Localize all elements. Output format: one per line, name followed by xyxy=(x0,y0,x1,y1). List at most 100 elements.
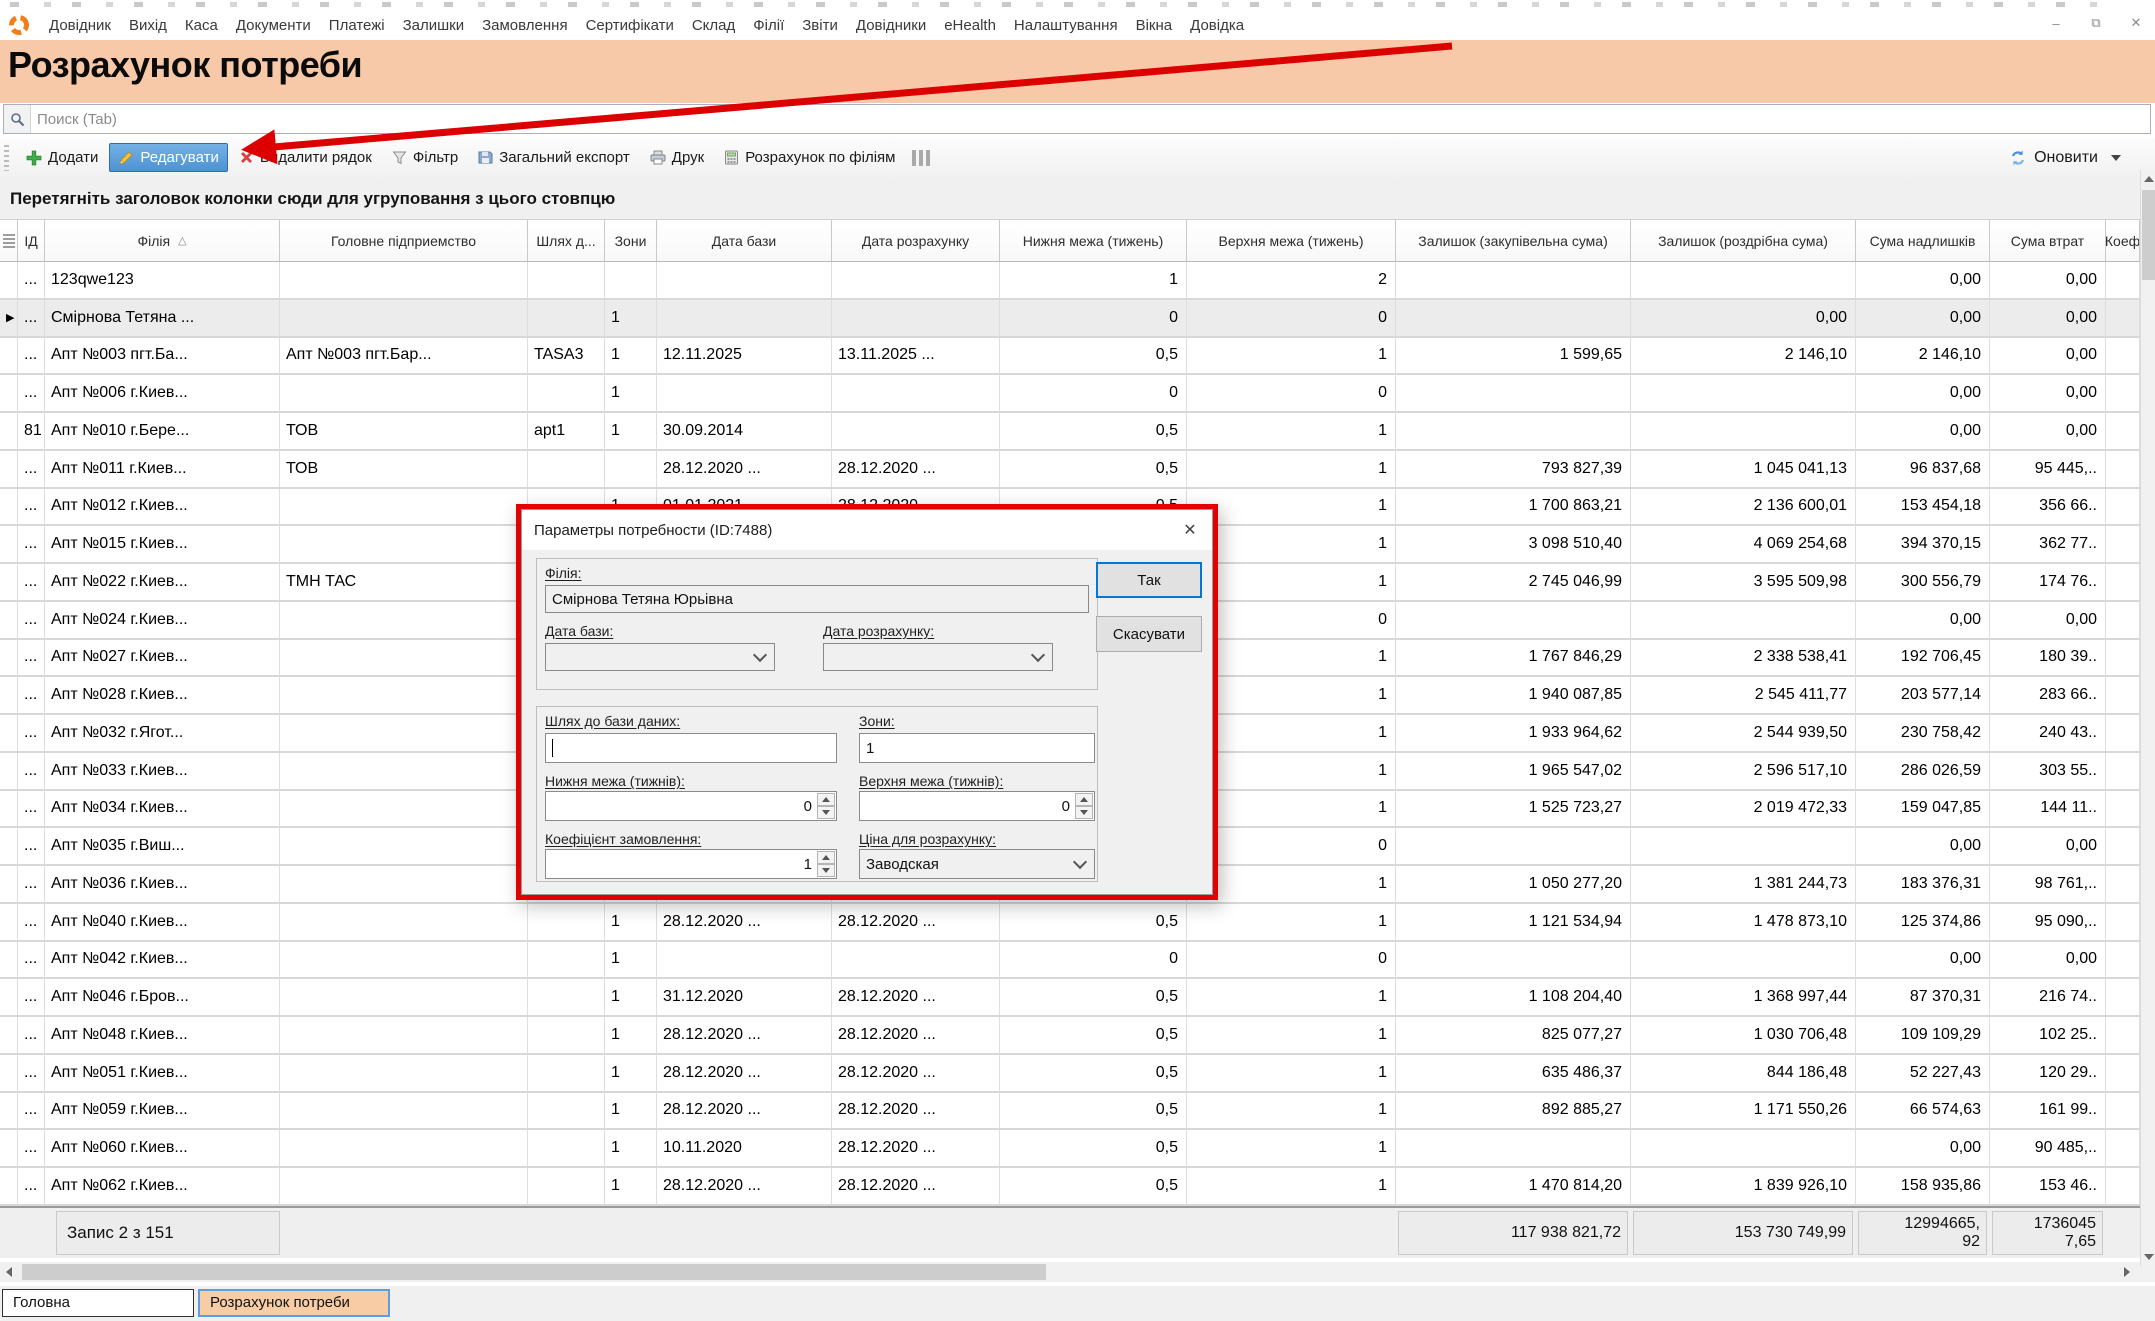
scroll-down-icon[interactable] xyxy=(2141,1248,2155,1266)
filia-field[interactable]: Смірнова Тетяна Юрьівна xyxy=(545,585,1089,613)
menu-item[interactable]: Каса xyxy=(176,14,227,37)
print-button[interactable]: Друк xyxy=(641,143,713,172)
table-cell-zone: 1 xyxy=(605,904,657,940)
horizontal-scroll-thumb[interactable] xyxy=(22,1264,1046,1280)
menu-item[interactable]: Філії xyxy=(744,14,793,37)
table-row[interactable]: ...Апт №051 г.Киев...128.12.2020 ...28.1… xyxy=(0,1055,2140,1093)
column-header-purchase[interactable]: Залишок (закупівельна сума) xyxy=(1396,220,1631,262)
table-cell-upper: 0 xyxy=(1187,828,1396,864)
column-header-lower[interactable]: Нижня межа (тижень) xyxy=(1000,220,1187,262)
table-row[interactable]: 81Апт №010 г.Бере...ТОВapt1130.09.20140,… xyxy=(0,413,2140,451)
table-row[interactable]: ...Апт №042 г.Киев...1000,000,00 xyxy=(0,942,2140,980)
table-cell-upper: 1 xyxy=(1187,753,1396,789)
calc-price-combobox[interactable]: Заводская xyxy=(859,849,1095,879)
menu-item[interactable]: Довідка xyxy=(1181,14,1253,37)
table-cell-main xyxy=(280,979,528,1015)
menu-item[interactable]: eHealth xyxy=(935,14,1005,37)
export-button[interactable]: Загальний експорт xyxy=(469,143,639,172)
menu-item[interactable]: Склад xyxy=(683,14,744,37)
table-row[interactable]: ...Апт №003 пгт.Ба...Апт №003 пгт.Бар...… xyxy=(0,338,2140,376)
column-header-retail[interactable]: Залишок (роздрібна сума) xyxy=(1631,220,1856,262)
table-row[interactable]: ...Апт №060 г.Киев...110.11.202028.12.20… xyxy=(0,1130,2140,1168)
horizontal-scrollbar[interactable] xyxy=(0,1262,2155,1282)
doc-tab-calculation[interactable]: Розрахунок потреби xyxy=(198,1289,390,1317)
upper-limit-stepper[interactable]: 0 xyxy=(859,791,1095,821)
delete-row-button[interactable]: Видалити рядок xyxy=(230,143,381,172)
date-calc-combobox[interactable] xyxy=(823,643,1053,671)
table-row[interactable]: ...Апт №006 г.Киев...1000,000,00 xyxy=(0,375,2140,413)
column-header-id[interactable]: ІД xyxy=(18,220,45,262)
date-base-combobox[interactable] xyxy=(545,643,775,671)
filter-button[interactable]: Фільтр xyxy=(383,143,467,172)
menu-item[interactable]: Вікна xyxy=(1127,14,1182,37)
columns-icon[interactable] xyxy=(912,150,930,166)
scroll-left-icon[interactable] xyxy=(0,1262,18,1282)
db-path-label: Шлях до бази даних: xyxy=(545,713,680,729)
menu-item[interactable]: Вихід xyxy=(120,14,176,37)
column-header-coef[interactable]: Коеф xyxy=(2106,220,2140,262)
minimize-button[interactable]: – xyxy=(2043,12,2069,34)
table-cell-path xyxy=(528,942,605,978)
menu-item[interactable]: Замовлення xyxy=(473,14,576,37)
close-button[interactable]: ✕ xyxy=(2123,12,2149,34)
scroll-right-icon[interactable] xyxy=(2118,1262,2136,1282)
column-header-sel[interactable] xyxy=(0,220,18,262)
table-cell-surplus: 0,00 xyxy=(1856,942,1990,978)
menu-item[interactable]: Звіти xyxy=(793,14,847,37)
footer-total: 117 938 821,72 xyxy=(1398,1211,1628,1255)
calc-by-branches-button[interactable]: Розрахунок по філіям xyxy=(715,143,904,172)
column-header-zone[interactable]: Зони xyxy=(605,220,657,262)
column-header-path[interactable]: Шлях д... xyxy=(528,220,605,262)
table-row[interactable]: ...Апт №048 г.Киев...128.12.2020 ...28.1… xyxy=(0,1017,2140,1055)
column-header-surplus[interactable]: Сума надлишків xyxy=(1856,220,1990,262)
menu-item[interactable]: Залишки xyxy=(394,14,474,37)
column-header-date_calc[interactable]: Дата розрахунку xyxy=(832,220,1000,262)
order-coef-stepper[interactable]: 1 xyxy=(545,849,837,879)
vertical-scroll-thumb[interactable] xyxy=(2142,190,2155,280)
column-header-main[interactable]: Головне підприемство xyxy=(280,220,528,262)
table-cell-path xyxy=(528,1130,605,1166)
edit-button[interactable]: Редагувати xyxy=(109,143,228,172)
cancel-button[interactable]: Скасувати xyxy=(1096,616,1202,652)
add-button[interactable]: Додати xyxy=(17,143,107,172)
spinner-buttons[interactable] xyxy=(1075,793,1093,819)
menu-item[interactable]: Довідники xyxy=(847,14,935,37)
table-row[interactable]: ...Апт №011 г.Киев...ТОВ28.12.2020 ...28… xyxy=(0,451,2140,489)
table-cell-coef xyxy=(2106,1093,2140,1129)
table-cell-date_calc xyxy=(832,375,1000,411)
lower-limit-stepper[interactable]: 0 xyxy=(545,791,837,821)
column-header-filia[interactable]: Філія△ xyxy=(45,220,280,262)
table-row[interactable]: ...Апт №040 г.Киев...128.12.2020 ...28.1… xyxy=(0,904,2140,942)
menu-item[interactable]: Сертифікати xyxy=(577,14,683,37)
table-row[interactable]: ...Апт №062 г.Киев...128.12.2020 ...28.1… xyxy=(0,1168,2140,1206)
table-row[interactable]: ...123qwe123120,000,00 xyxy=(0,262,2140,300)
table-row[interactable]: ...Апт №059 г.Киев...128.12.2020 ...28.1… xyxy=(0,1093,2140,1131)
doc-tab-home[interactable]: Головна xyxy=(2,1289,194,1317)
table-cell-date_calc xyxy=(832,262,1000,298)
table-row[interactable]: ...Апт №046 г.Бров...131.12.202028.12.20… xyxy=(0,979,2140,1017)
column-header-date_base[interactable]: Дата бази xyxy=(657,220,832,262)
search-input[interactable] xyxy=(31,110,2150,129)
menu-item[interactable]: Документи xyxy=(227,14,320,37)
menu-item[interactable]: Довідник xyxy=(40,14,120,37)
scroll-up-icon[interactable] xyxy=(2141,170,2155,188)
restore-button[interactable]: ⧉ xyxy=(2083,12,2109,34)
menu-item[interactable]: Налаштування xyxy=(1005,14,1127,37)
vertical-scrollbar[interactable] xyxy=(2140,170,2155,1266)
db-path-input[interactable] xyxy=(545,733,837,763)
table-cell-path xyxy=(528,979,605,1015)
dialog-close-icon[interactable]: ✕ xyxy=(1178,518,1202,542)
column-header-upper[interactable]: Верхня межа (тижень) xyxy=(1187,220,1396,262)
menu-item[interactable]: Платежі xyxy=(320,14,394,37)
spinner-buttons[interactable] xyxy=(817,851,835,877)
spinner-buttons[interactable] xyxy=(817,793,835,819)
app-window: ДовідникВихідКасаДокументиПлатежіЗалишки… xyxy=(0,0,2155,1321)
table-row[interactable]: ▶...Смірнова Тетяна ...1000,000,000,00 xyxy=(0,300,2140,338)
ok-button[interactable]: Так xyxy=(1096,562,1202,598)
column-header-loss[interactable]: Сума втрат xyxy=(1990,220,2106,262)
table-cell-coef xyxy=(2106,564,2140,600)
refresh-button[interactable]: Оновити xyxy=(2009,149,2121,167)
zones-input[interactable]: 1 xyxy=(859,733,1095,763)
table-cell-retail xyxy=(1631,828,1856,864)
refresh-dropdown-caret[interactable] xyxy=(2111,155,2121,161)
